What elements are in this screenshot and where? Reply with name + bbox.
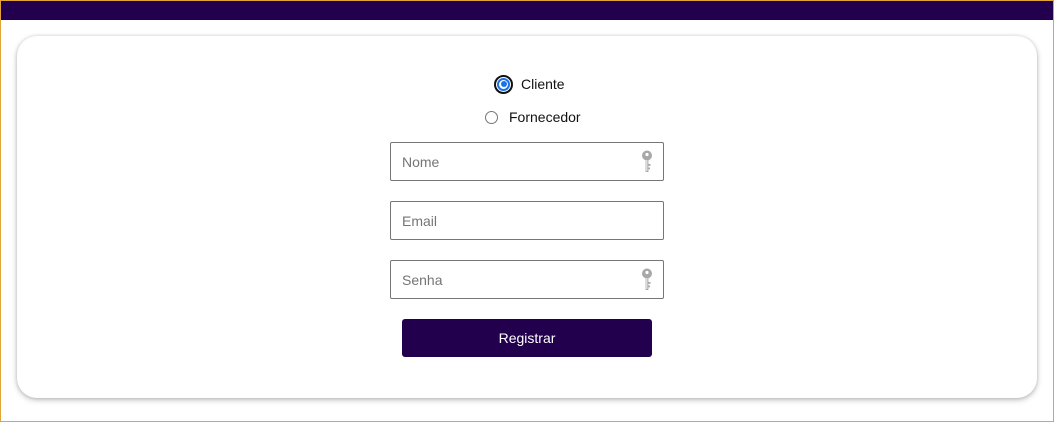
key-icon[interactable] [640, 150, 654, 174]
senha-input[interactable] [391, 261, 621, 298]
nome-input[interactable] [391, 143, 621, 180]
radio-fornecedor-label: Fornecedor [509, 109, 581, 125]
register-card: Cliente Fornecedor Registrar [17, 36, 1037, 398]
email-field-wrapper [390, 201, 664, 240]
radio-fornecedor[interactable] [485, 110, 498, 124]
email-input[interactable] [391, 202, 621, 239]
radio-option-fornecedor[interactable]: Fornecedor [485, 107, 581, 127]
radio-cliente[interactable] [494, 74, 513, 94]
top-header-bar [1, 1, 1053, 20]
register-button[interactable]: Registrar [402, 319, 652, 357]
radio-option-cliente[interactable]: Cliente [494, 74, 565, 94]
key-icon[interactable] [640, 268, 654, 292]
senha-field-wrapper [390, 260, 664, 299]
nome-field-wrapper [390, 142, 664, 181]
radio-cliente-label: Cliente [521, 76, 565, 92]
